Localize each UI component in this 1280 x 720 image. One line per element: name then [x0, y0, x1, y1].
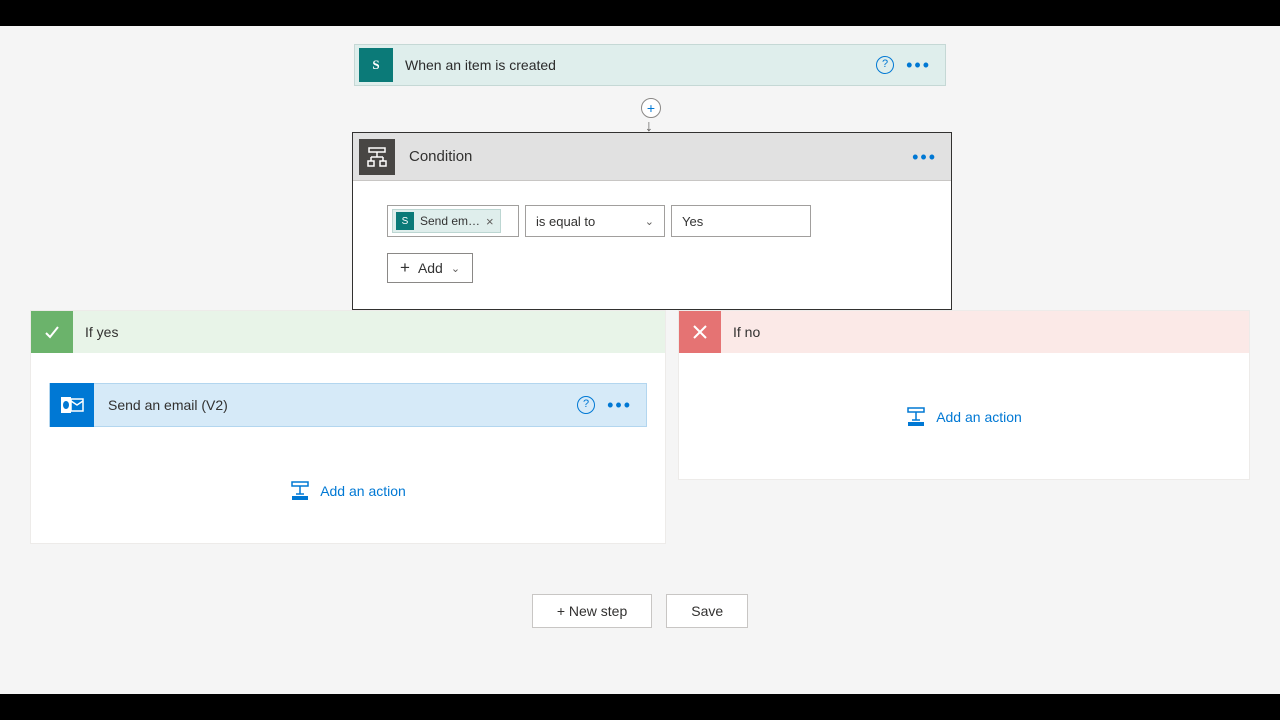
new-step-button[interactable]: + New step — [532, 594, 652, 628]
save-button[interactable]: Save — [666, 594, 748, 628]
add-action-button[interactable]: Add an action — [679, 407, 1249, 427]
chevron-down-icon: ⌄ — [451, 262, 460, 275]
chevron-down-icon: ⌄ — [645, 215, 654, 228]
condition-body: S Send em… × is equal to ⌄ Yes + Add ⌄ — [353, 181, 951, 309]
sharepoint-icon: S — [396, 212, 414, 230]
pill-remove-icon[interactable]: × — [486, 214, 494, 229]
add-action-label: Add an action — [320, 483, 406, 499]
footer-buttons: + New step Save — [0, 594, 1280, 628]
add-action-label: Add an action — [936, 409, 1022, 425]
add-action-icon — [906, 407, 926, 427]
send-email-action-card[interactable]: Send an email (V2) ? ••• — [49, 383, 647, 427]
insert-step-button[interactable]: + — [641, 98, 661, 118]
more-menu-icon[interactable]: ••• — [607, 401, 632, 409]
plus-icon: + — [400, 261, 410, 275]
pill-label: Send em… — [420, 214, 480, 228]
check-icon — [31, 311, 73, 353]
condition-header[interactable]: Condition ••• — [353, 133, 951, 181]
condition-card: Condition ••• S Send em… × is equal to ⌄… — [352, 132, 952, 310]
dynamic-content-pill[interactable]: S Send em… × — [392, 209, 501, 233]
trigger-card[interactable]: S When an item is created ? ••• — [354, 44, 946, 86]
if-yes-label: If yes — [73, 324, 118, 340]
condition-title: Condition — [401, 148, 912, 165]
condition-value-input[interactable]: Yes — [671, 205, 811, 237]
value-text: Yes — [682, 214, 703, 229]
letterbox-top — [0, 0, 1280, 26]
condition-icon — [359, 139, 395, 175]
help-icon[interactable]: ? — [876, 56, 894, 74]
more-menu-icon[interactable]: ••• — [912, 153, 937, 161]
add-action-button[interactable]: Add an action — [31, 481, 665, 501]
outlook-icon — [50, 383, 94, 427]
if-no-branch: If no Add an action — [678, 310, 1250, 480]
close-icon — [679, 311, 721, 353]
more-menu-icon[interactable]: ••• — [906, 61, 931, 69]
if-no-header: If no — [679, 311, 1249, 353]
sharepoint-icon: S — [359, 48, 393, 82]
condition-left-operand[interactable]: S Send em… × — [387, 205, 519, 237]
trigger-title: When an item is created — [397, 57, 876, 73]
add-label: Add — [418, 260, 443, 276]
add-condition-button[interactable]: + Add ⌄ — [387, 253, 473, 283]
flow-canvas: S When an item is created ? ••• + ↓ Cond… — [0, 26, 1280, 694]
add-action-icon — [290, 481, 310, 501]
if-yes-branch: If yes Send an email (V2) ? ••• — [30, 310, 666, 544]
help-icon[interactable]: ? — [577, 396, 595, 414]
operator-label: is equal to — [536, 214, 595, 229]
letterbox-bottom — [0, 694, 1280, 720]
condition-operator-dropdown[interactable]: is equal to ⌄ — [525, 205, 665, 237]
action-title: Send an email (V2) — [94, 397, 577, 413]
if-no-label: If no — [721, 324, 760, 340]
if-yes-header: If yes — [31, 311, 665, 353]
